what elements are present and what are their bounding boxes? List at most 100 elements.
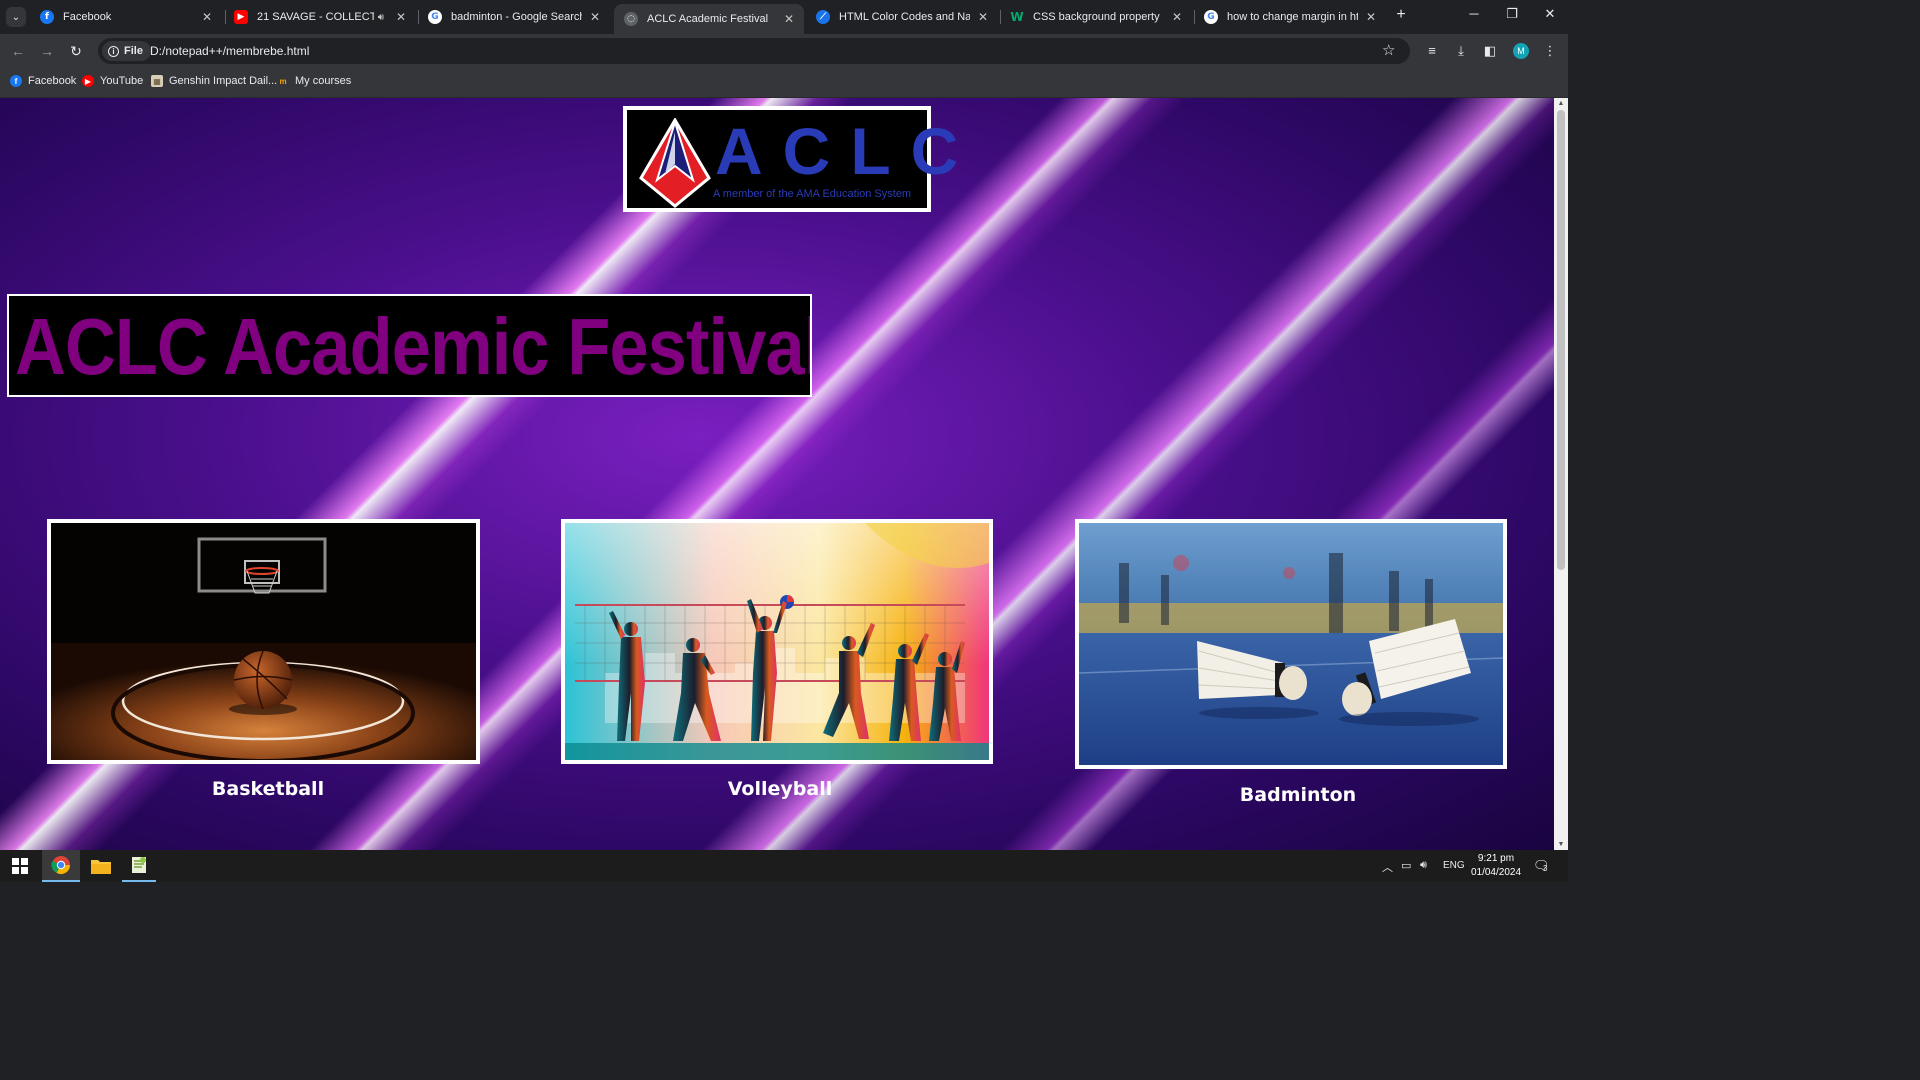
- bookmark-genshin[interactable]: ▦ Genshin Impact Dail...: [151, 75, 277, 87]
- badminton-shuttlecocks-illustration: [1079, 523, 1503, 765]
- close-icon[interactable]: ✕: [976, 10, 990, 24]
- minimize-button[interactable]: ─: [1454, 6, 1494, 26]
- page-scrollbar[interactable]: ▲ ▼: [1554, 98, 1568, 850]
- aclc-diamond-icon: [639, 118, 711, 208]
- folder-icon: [91, 860, 111, 874]
- speaker-icon[interactable]: 🔊︎: [378, 12, 384, 23]
- side-panel-icon[interactable]: ◧: [1482, 43, 1498, 59]
- new-tab-button[interactable]: +: [1392, 6, 1410, 26]
- tab-search-button[interactable]: ⌄: [6, 7, 26, 27]
- close-icon[interactable]: ✕: [1170, 10, 1184, 24]
- windows-taskbar: ︿ ▭ 🔊︎ ENG 9:21 pm 01/04/2024 🗨︎ 3: [0, 850, 1568, 882]
- tab-css-background[interactable]: W CSS background property ✕: [1000, 4, 1192, 30]
- more-menu-icon[interactable]: ⋮: [1542, 43, 1558, 59]
- close-icon[interactable]: ✕: [1364, 10, 1378, 24]
- plus-icon: +: [1396, 6, 1406, 23]
- reload-icon: ↻: [70, 43, 82, 59]
- badminton-label: Badminton: [1239, 784, 1357, 806]
- forward-button[interactable]: →: [38, 42, 56, 60]
- tab-youtube[interactable]: ▶ 21 SAVAGE - COLLECTION | 🔊︎ ✕: [224, 4, 416, 30]
- bookmark-label: Genshin Impact Dail...: [169, 75, 278, 87]
- volleyball-label: Volleyball: [727, 778, 833, 800]
- html-color-icon: ⟋: [816, 10, 830, 24]
- volleyball-image: [561, 519, 993, 764]
- notification-center-button[interactable]: 🗨︎ 3: [1533, 858, 1550, 874]
- bookmark-star-icon[interactable]: ☆: [1382, 41, 1395, 59]
- windows-icon: [12, 858, 28, 874]
- back-button[interactable]: ←: [9, 42, 27, 60]
- tab-badminton-search[interactable]: G badminton - Google Search ✕: [418, 4, 610, 30]
- scrollbar-thumb[interactable]: [1557, 110, 1565, 570]
- minimize-icon: ─: [1469, 6, 1479, 21]
- tab-html-colors[interactable]: ⟋ HTML Color Codes and Names ✕: [806, 4, 998, 30]
- reading-list-icon[interactable]: ≡: [1424, 43, 1440, 59]
- tab-title: badminton - Google Search: [451, 11, 582, 23]
- basketball-label: Basketball: [211, 778, 325, 800]
- youtube-icon: ▶: [234, 10, 248, 24]
- url-text[interactable]: D:/notepad++/membrebe.html: [150, 44, 309, 58]
- notepad-plus-plus-icon: [132, 857, 146, 873]
- google-icon: G: [1204, 10, 1218, 24]
- chevron-down-icon: ⌄: [11, 11, 21, 23]
- site-info-chip[interactable]: i File: [102, 41, 151, 61]
- site-info-label: File: [124, 45, 143, 57]
- language-indicator[interactable]: ENG: [1443, 860, 1465, 871]
- clock-date: 01/04/2024: [1470, 867, 1522, 878]
- logo-tagline: A member of the AMA Education System: [713, 188, 912, 200]
- reload-button[interactable]: ↻: [67, 42, 85, 60]
- scroll-down-icon[interactable]: ▼: [1557, 841, 1565, 848]
- bookmark-my-courses[interactable]: m My courses: [277, 75, 351, 87]
- close-icon[interactable]: ✕: [588, 10, 602, 24]
- taskbar-file-explorer[interactable]: [84, 850, 118, 882]
- volume-icon[interactable]: 🔊︎: [1420, 859, 1427, 872]
- chrome-icon: [51, 856, 70, 875]
- tab-title: CSS background property: [1033, 11, 1160, 23]
- profile-avatar[interactable]: M: [1513, 43, 1529, 59]
- start-button[interactable]: [4, 850, 36, 882]
- network-icon[interactable]: ▭: [1401, 859, 1411, 872]
- close-icon[interactable]: ✕: [394, 10, 408, 24]
- taskbar-notepadpp[interactable]: [122, 850, 156, 882]
- tab-title: how to change margin in html: [1227, 11, 1358, 23]
- bookmark-label: Facebook: [28, 75, 77, 87]
- bookmark-facebook[interactable]: f Facebook: [10, 75, 76, 87]
- basketball-court-illustration: [51, 523, 476, 760]
- tray-chevron-icon[interactable]: ︿: [1382, 859, 1393, 875]
- scroll-up-icon[interactable]: ▲: [1557, 100, 1565, 107]
- address-bar[interactable]: i File D:/notepad++/membrebe.html ☆: [98, 38, 1410, 64]
- facebook-icon: f: [10, 75, 22, 87]
- basketball-image: [47, 519, 480, 764]
- restore-icon: ❐: [1506, 6, 1518, 21]
- page-title: ACLC Academic Festival: [15, 302, 812, 391]
- tab-facebook[interactable]: f Facebook ✕: [30, 4, 222, 30]
- youtube-icon: ▶: [82, 75, 94, 87]
- bookmark-youtube[interactable]: ▶ YouTube: [82, 75, 143, 87]
- tab-aclc-festival[interactable]: ◌ ACLC Academic Festival ✕: [614, 4, 804, 34]
- restore-button[interactable]: ❐: [1492, 6, 1532, 26]
- close-window-button[interactable]: ✕: [1530, 6, 1570, 26]
- genshin-icon: ▦: [151, 75, 163, 87]
- taskbar-clock[interactable]: 9:21 pm 01/04/2024: [1468, 852, 1524, 880]
- close-icon: ✕: [1544, 6, 1556, 21]
- tab-margin-search[interactable]: G how to change margin in html ✕: [1194, 4, 1386, 30]
- close-icon[interactable]: ✕: [782, 12, 796, 26]
- tab-title: 21 SAVAGE - COLLECTION |: [257, 11, 374, 23]
- globe-icon: ◌: [624, 12, 638, 26]
- tab-title: ACLC Academic Festival: [647, 13, 769, 25]
- badminton-image: [1075, 519, 1507, 769]
- download-icon[interactable]: ⤓: [1453, 43, 1469, 59]
- festival-banner: ACLC Academic Festival: [7, 294, 812, 397]
- tab-title: Facebook: [63, 11, 112, 23]
- taskbar-chrome[interactable]: [42, 850, 80, 882]
- arrow-left-icon: ←: [11, 43, 25, 59]
- page-viewport: ACLC A member of the AMA Education Syste…: [0, 98, 1554, 850]
- tab-title: HTML Color Codes and Names: [839, 11, 970, 23]
- tab-strip: ⌄ f Facebook ✕ ▶ 21 SAVAGE - COLLECTION …: [0, 0, 1568, 34]
- aclc-logo: ACLC A member of the AMA Education Syste…: [623, 106, 958, 212]
- bookmark-label: YouTube: [100, 75, 144, 87]
- info-icon: i: [108, 45, 119, 57]
- facebook-icon: f: [40, 10, 54, 24]
- close-icon[interactable]: ✕: [200, 10, 214, 24]
- arrow-right-icon: →: [40, 43, 54, 59]
- notification-count: 3: [1543, 864, 1548, 873]
